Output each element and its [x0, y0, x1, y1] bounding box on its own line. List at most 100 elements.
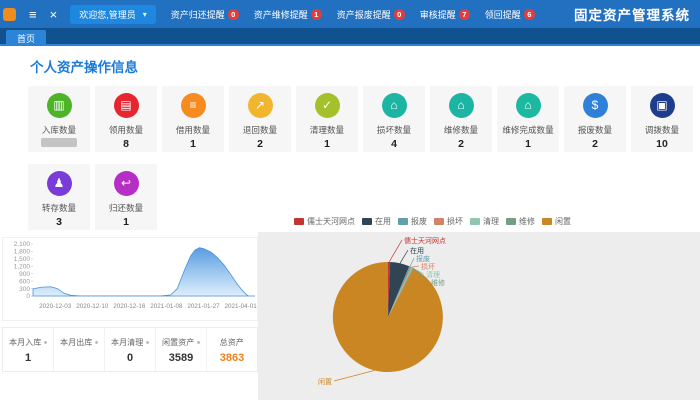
area-series[interactable]	[33, 248, 255, 296]
y-axis-tick: 600	[19, 278, 30, 285]
stat-card[interactable]: ▤ 领用数量 8	[95, 86, 157, 152]
stat-card-value: 10	[631, 138, 693, 149]
stat-card[interactable]: ▥入库数量	[28, 86, 90, 152]
pie-label: 清理	[426, 270, 440, 279]
notification-item[interactable]: 领回提醒6	[485, 8, 535, 21]
stat-card-label: 报废数量	[566, 123, 625, 135]
legend-label: 儒士天河网点	[307, 216, 355, 227]
trend-chart-icon: ↗	[248, 93, 273, 118]
home-check-icon: ⌂	[516, 93, 541, 118]
stat-card[interactable]: ⌂损坏数量4	[363, 86, 425, 152]
cards-grid: ▥入库数量▤领用数量8≡借用数量1↗退回数量2✓清理数量1⌂损坏数量4⌂维修数量…	[28, 86, 700, 230]
tab-strip: 首页	[0, 28, 700, 46]
document-icon: ▤	[114, 93, 139, 118]
legend-label: 清理	[483, 216, 499, 227]
legend-item[interactable]: 损坏	[434, 216, 463, 227]
stat-card-value: 1	[296, 138, 358, 149]
summary-stat-label: 本月入库	[9, 336, 47, 347]
x-axis-tick: 2021-01-08	[150, 303, 183, 310]
summary-stat: 本月入库1	[3, 328, 53, 371]
stat-card[interactable]: ♟转存数量3	[28, 164, 90, 230]
x-axis-tick: 2021-04-01	[224, 303, 257, 310]
legend-swatch-icon	[362, 218, 372, 225]
redacted-value	[41, 138, 77, 147]
legend-swatch-icon	[398, 218, 408, 225]
close-icon[interactable]: ×	[50, 8, 58, 21]
money-bag-icon: $	[583, 93, 608, 118]
pie-label-leader	[400, 250, 408, 263]
summary-stat-label: 总资产	[220, 336, 244, 347]
stat-card[interactable]: ⌂维修数量2	[430, 86, 492, 152]
pie-chart-panel: 儒士天河网点在用报废损坏清理维修闲置 儒士天河网点在用报废损坏清理维修闲置	[258, 210, 700, 400]
y-axis-tick: 900	[19, 271, 30, 278]
pie-label-leader	[410, 258, 414, 267]
legend-swatch-icon	[542, 218, 552, 225]
stat-card-label: 退回数量	[231, 123, 290, 135]
x-axis-tick: 2020-12-16	[113, 303, 146, 310]
legend-swatch-icon	[294, 218, 304, 225]
legend-label: 维修	[519, 216, 535, 227]
welcome-text: 欢迎您,管理员	[79, 8, 136, 21]
legend-item[interactable]: 清理	[470, 216, 499, 227]
summary-stat-value: 0	[127, 352, 133, 364]
summary-stat: 总资产 3863	[206, 328, 257, 371]
stat-card-value: 1	[162, 138, 224, 149]
stat-card-value: 1	[497, 138, 559, 149]
hamburger-menu-icon[interactable]: ≡	[29, 8, 37, 21]
notification-item[interactable]: 审核提醒7	[420, 8, 470, 21]
legend-item[interactable]: 报废	[398, 216, 427, 227]
pie-label: 损坏	[421, 262, 435, 271]
legend-label: 在用	[375, 216, 391, 227]
stat-card[interactable]: ↗ 退回数量 2	[229, 86, 291, 152]
trend-chart-panel[interactable]: 2,1001,8001,5001,20090060030002020-12-03…	[2, 237, 258, 321]
stat-card[interactable]: ▣调拨数量10	[631, 86, 693, 152]
stat-card[interactable]: ↩归还数量1	[95, 164, 157, 230]
stat-card-value: 2	[564, 138, 626, 149]
tab-home-label: 首页	[17, 32, 35, 45]
notification-label: 审核提醒	[420, 8, 456, 21]
x-axis-tick: 2021-01-27	[187, 303, 220, 310]
legend-swatch-icon	[470, 218, 480, 225]
legend-item[interactable]: 闲置	[542, 216, 571, 227]
notification-item[interactable]: 资产归还提醒0	[171, 8, 239, 21]
notification-badge: 7	[459, 9, 470, 20]
y-axis-tick: 1,200	[14, 264, 31, 271]
layers-icon: ≡	[181, 93, 206, 118]
return-icon: ↩	[114, 171, 139, 196]
summary-stat-value: 3589	[169, 352, 193, 364]
stat-card-label: 领用数量	[97, 123, 156, 135]
notification-label: 资产报废提醒	[337, 8, 391, 21]
stat-card-label: 维修数量	[432, 123, 491, 135]
stat-card-label: 借用数量	[164, 123, 223, 135]
notification-label: 资产维修提醒	[254, 8, 308, 21]
stat-card[interactable]: ⌂维修完成数量1	[497, 86, 559, 152]
x-axis-tick: 2020-12-03	[39, 303, 72, 310]
system-title: 固定资产管理系统	[574, 4, 690, 24]
summary-stat: 闲置资产3589	[155, 328, 206, 371]
notification-item[interactable]: 资产维修提醒1	[254, 8, 322, 21]
legend-item[interactable]: 在用	[362, 216, 391, 227]
clipboard-check-icon: ✓	[315, 93, 340, 118]
bullet-dot-icon	[197, 340, 200, 343]
area-chart-svg: 2,1001,8001,5001,20090060030002020-12-03…	[3, 238, 257, 320]
pie-chart-area[interactable]: 儒士天河网点在用报废损坏清理维修闲置	[258, 232, 700, 400]
summary-stat: 本月清理0	[104, 328, 155, 371]
stat-card-value: 1	[95, 216, 157, 227]
stat-card-value: 8	[95, 138, 157, 149]
legend-item[interactable]: 维修	[506, 216, 535, 227]
summary-stat-value: 3863	[220, 352, 244, 364]
stat-card[interactable]: ✓清理数量1	[296, 86, 358, 152]
pie-legend: 儒士天河网点 在用报废损坏 清理 维修 闲置	[258, 210, 700, 232]
stat-card[interactable]: ≡ 借用数量 1	[162, 86, 224, 152]
legend-item[interactable]: 儒士天河网点	[294, 216, 355, 227]
tab-home[interactable]: 首页	[6, 30, 46, 46]
notification-badge: 1	[311, 9, 322, 20]
pie-label: 闲置	[318, 377, 332, 386]
user-dropdown[interactable]: 欢迎您,管理员 ▾	[70, 5, 156, 24]
notification-item[interactable]: 资产报废提醒0	[337, 8, 405, 21]
stat-card-value: 2	[229, 138, 291, 149]
stat-card[interactable]: $ 报废数量 2	[564, 86, 626, 152]
pie-label: 在用	[410, 246, 424, 255]
stat-card-label: 入库数量	[30, 123, 89, 135]
legend-label: 闲置	[555, 216, 571, 227]
